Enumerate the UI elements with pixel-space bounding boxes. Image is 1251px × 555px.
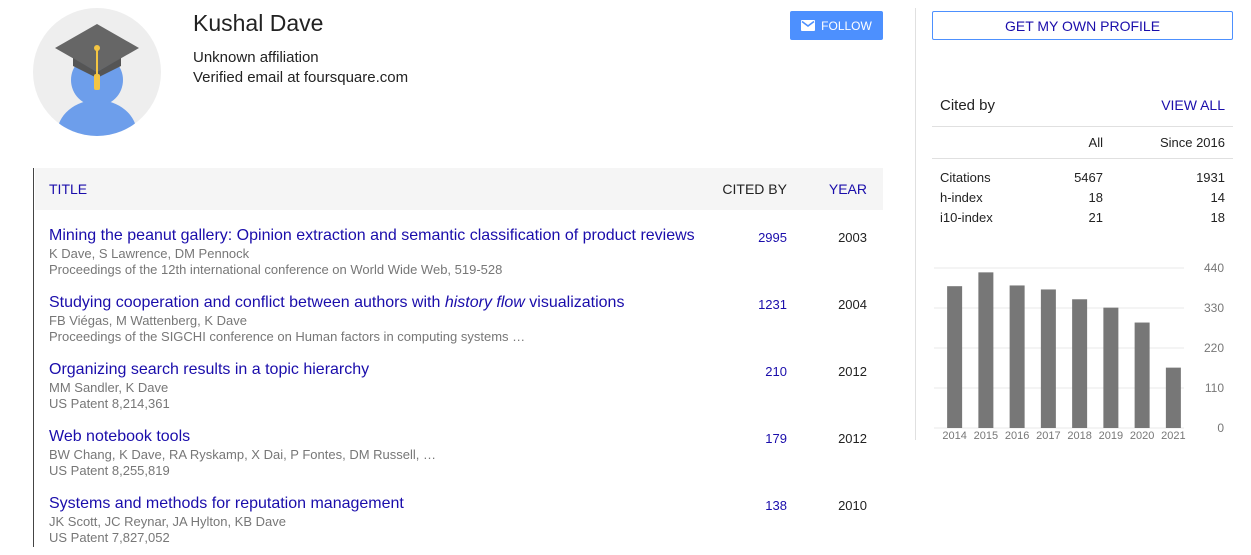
article-year: 2010 xyxy=(838,498,867,513)
x-tick-label: 2017 xyxy=(1036,430,1060,442)
chart-bar-2020[interactable] xyxy=(1134,322,1150,428)
x-tick-label: 2014 xyxy=(942,430,966,442)
stats-since-value: 14 xyxy=(1210,190,1225,205)
profile-email: Verified email at foursquare.com xyxy=(193,69,409,86)
x-tick-label: 2016 xyxy=(1005,430,1029,442)
profile-avatar xyxy=(33,8,161,136)
table-left-border xyxy=(33,168,34,547)
sort-by-year-header[interactable]: YEAR xyxy=(829,181,867,197)
article-authors: JK Scott, JC Reynar, JA Hylton, KB Dave xyxy=(49,514,286,529)
stats-row: Citations 5467 1931 xyxy=(932,170,1233,190)
avatar-graduate-icon xyxy=(55,24,139,136)
y-tick-label: 220 xyxy=(1204,341,1224,355)
x-tick-label: 2020 xyxy=(1130,430,1154,442)
article-year: 2012 xyxy=(838,431,867,446)
article-title-link[interactable]: Studying cooperation and conflict betwee… xyxy=(49,294,624,312)
article-row: Mining the peanut gallery: Opinion extra… xyxy=(35,227,883,287)
divider xyxy=(932,158,1233,159)
y-tick-label: 440 xyxy=(1204,261,1224,275)
chart-bar-2019[interactable] xyxy=(1103,307,1119,428)
stats-col-all: All xyxy=(1088,135,1103,150)
article-cited-by-link[interactable]: 179 xyxy=(765,431,787,446)
chart-bar-2015[interactable] xyxy=(978,272,994,428)
article-cited-by-link[interactable]: 1231 xyxy=(758,297,787,312)
follow-label: FOLLOW xyxy=(821,18,872,33)
stats-since-value: 18 xyxy=(1210,210,1225,225)
get-my-own-profile-button[interactable]: GET MY OWN PROFILE xyxy=(932,11,1233,40)
article-cited-by-link[interactable]: 138 xyxy=(765,498,787,513)
profile-name: Kushal Dave xyxy=(193,10,324,36)
x-tick-label: 2019 xyxy=(1099,430,1123,442)
article-title-link[interactable]: Mining the peanut gallery: Opinion extra… xyxy=(49,227,695,245)
stats-header-row: All Since 2016 xyxy=(932,135,1233,155)
article-cited-by-link[interactable]: 2995 xyxy=(758,230,787,245)
cited-by-header: CITED BY xyxy=(722,181,787,197)
article-authors: K Dave, S Lawrence, DM Pennock xyxy=(49,246,250,261)
stats-since-value: 1931 xyxy=(1196,170,1225,185)
stats-all-value: 18 xyxy=(1088,190,1103,205)
stats-all-value: 5467 xyxy=(1074,170,1103,185)
sort-by-title-header[interactable]: TITLE xyxy=(49,181,87,197)
x-tick-label: 2015 xyxy=(974,430,998,442)
stats-label: i10-index xyxy=(940,210,993,225)
chart-bar-2014[interactable] xyxy=(947,286,963,428)
article-cited-by-link[interactable]: 210 xyxy=(765,364,787,379)
stats-row: i10-index 21 18 xyxy=(932,210,1233,230)
article-title-link[interactable]: Web notebook tools xyxy=(49,428,190,446)
article-row: Web notebook tools BW Chang, K Dave, RA … xyxy=(35,428,883,488)
article-venue: Proceedings of the 12th international co… xyxy=(49,262,503,277)
column-separator xyxy=(915,8,916,440)
x-tick-label: 2018 xyxy=(1067,430,1091,442)
articles-table-header: TITLE CITED BY YEAR xyxy=(35,168,883,210)
stats-label: Citations xyxy=(940,170,991,185)
article-year: 2003 xyxy=(838,230,867,245)
article-venue: US Patent 8,214,361 xyxy=(49,396,170,411)
article-row: Studying cooperation and conflict betwee… xyxy=(35,294,883,354)
article-venue: Proceedings of the SIGCHI conference on … xyxy=(49,329,526,344)
divider xyxy=(932,126,1233,127)
y-tick-label: 0 xyxy=(1217,421,1224,435)
chart-bar-2016[interactable] xyxy=(1009,285,1025,428)
y-tick-label: 330 xyxy=(1204,301,1224,315)
envelope-icon xyxy=(801,20,816,31)
article-year: 2004 xyxy=(838,297,867,312)
stats-row: h-index 18 14 xyxy=(932,190,1233,210)
article-authors: BW Chang, K Dave, RA Ryskamp, X Dai, P F… xyxy=(49,447,436,462)
article-row: Systems and methods for reputation manag… xyxy=(35,495,883,555)
view-all-link[interactable]: VIEW ALL xyxy=(1161,97,1225,113)
article-authors: MM Sandler, K Dave xyxy=(49,380,169,395)
article-venue: US Patent 7,827,052 xyxy=(49,530,170,545)
stats-col-since: Since 2016 xyxy=(1159,135,1225,150)
article-title-link[interactable]: Organizing search results in a topic hie… xyxy=(49,361,369,379)
profile-affiliation: Unknown affiliation xyxy=(193,49,319,66)
article-venue: US Patent 8,255,819 xyxy=(49,463,170,478)
x-tick-label: 2021 xyxy=(1161,430,1185,442)
article-row: Organizing search results in a topic hie… xyxy=(35,361,883,421)
article-title-link[interactable]: Systems and methods for reputation manag… xyxy=(49,495,404,513)
article-year: 2012 xyxy=(838,364,867,379)
chart-bar-2017[interactable] xyxy=(1040,289,1056,428)
citations-per-year-chart: 0 110 220 330 440 2014 2015 2016 2017 2018 2019 202… xyxy=(934,261,1224,442)
article-authors: FB Viégas, M Wattenberg, K Dave xyxy=(49,313,247,328)
cited-by-heading: Cited by xyxy=(940,97,996,114)
chart-bar-2021[interactable] xyxy=(1165,367,1181,428)
follow-button[interactable]: FOLLOW xyxy=(790,11,883,40)
y-tick-label: 110 xyxy=(1205,381,1224,395)
stats-all-value: 21 xyxy=(1088,210,1103,225)
stats-label: h-index xyxy=(940,190,983,205)
chart-bar-2018[interactable] xyxy=(1072,299,1088,428)
